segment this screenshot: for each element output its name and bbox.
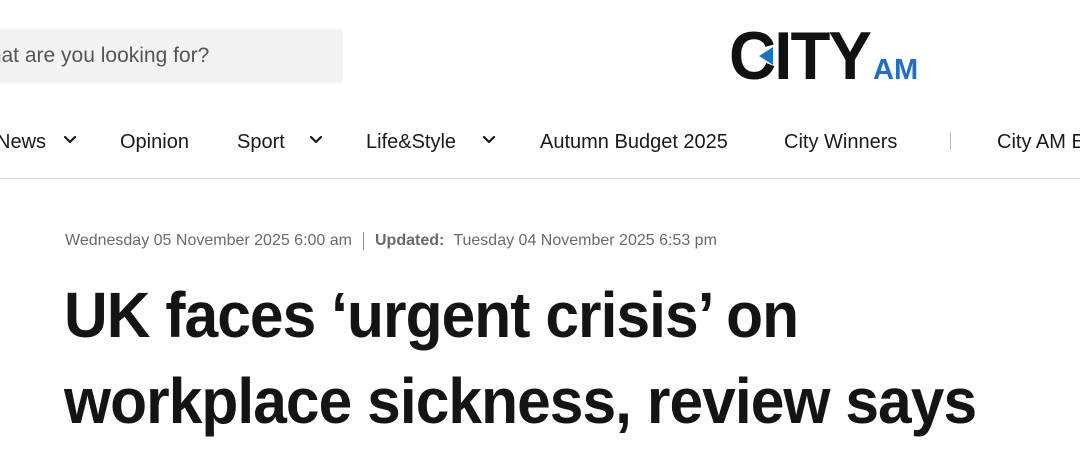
nav-item-label: Life&Style [366, 130, 457, 153]
nav-item-opinion[interactable]: Opinion [120, 112, 189, 172]
chevron-down-icon[interactable] [309, 135, 323, 145]
city-am-logo[interactable]: CITY AM [729, 18, 919, 94]
logo-am-text: AM [873, 54, 919, 86]
published-date: Wednesday 05 November 2025 6:00 am [65, 232, 352, 249]
updated-date: Tuesday 04 November 2025 6:53 pm [453, 232, 717, 249]
nav-item-label: Opinion [120, 130, 189, 153]
chevron-down-icon[interactable] [63, 135, 77, 145]
logo-accent-mark [759, 47, 773, 65]
nav-item-city-winners[interactable]: City Winners [784, 112, 897, 172]
search-input[interactable] [0, 29, 343, 83]
nav-item-label: News [0, 130, 47, 153]
chevron-down-icon[interactable] [482, 135, 496, 145]
nav-item-label: City AM E [997, 130, 1080, 153]
updated-label: Updated: [375, 232, 445, 249]
nav-item-sport[interactable]: Sport [237, 112, 285, 172]
search-bar[interactable] [0, 29, 343, 83]
logo-city-text: CITY [729, 18, 872, 94]
nav-item-news[interactable]: News [0, 112, 46, 172]
nav-item-label: Autumn Budget 2025 [540, 130, 728, 153]
nav-item-city-am-events[interactable]: City AM E [997, 112, 1080, 172]
timestamp-divider [363, 232, 364, 250]
headline-line-2: workplace sickness, review says [64, 365, 977, 437]
nav-divider [950, 132, 951, 150]
nav-item-lifestyle[interactable]: Life&Style [366, 112, 456, 172]
nav-item-label: Sport [237, 130, 285, 153]
nav-item-label: City Winners [784, 130, 898, 153]
article-headline: UK faces ‘urgent crisis’ on workplace si… [64, 272, 1009, 444]
article-timestamps: Wednesday 05 November 2025 6:00 am Updat… [65, 229, 717, 253]
headline-line-1: UK faces ‘urgent crisis’ on [64, 279, 799, 351]
main-navigation: News Opinion Sport Life&Style Autumn Bud… [0, 112, 1080, 179]
nav-item-autumn-budget[interactable]: Autumn Budget 2025 [540, 112, 728, 172]
